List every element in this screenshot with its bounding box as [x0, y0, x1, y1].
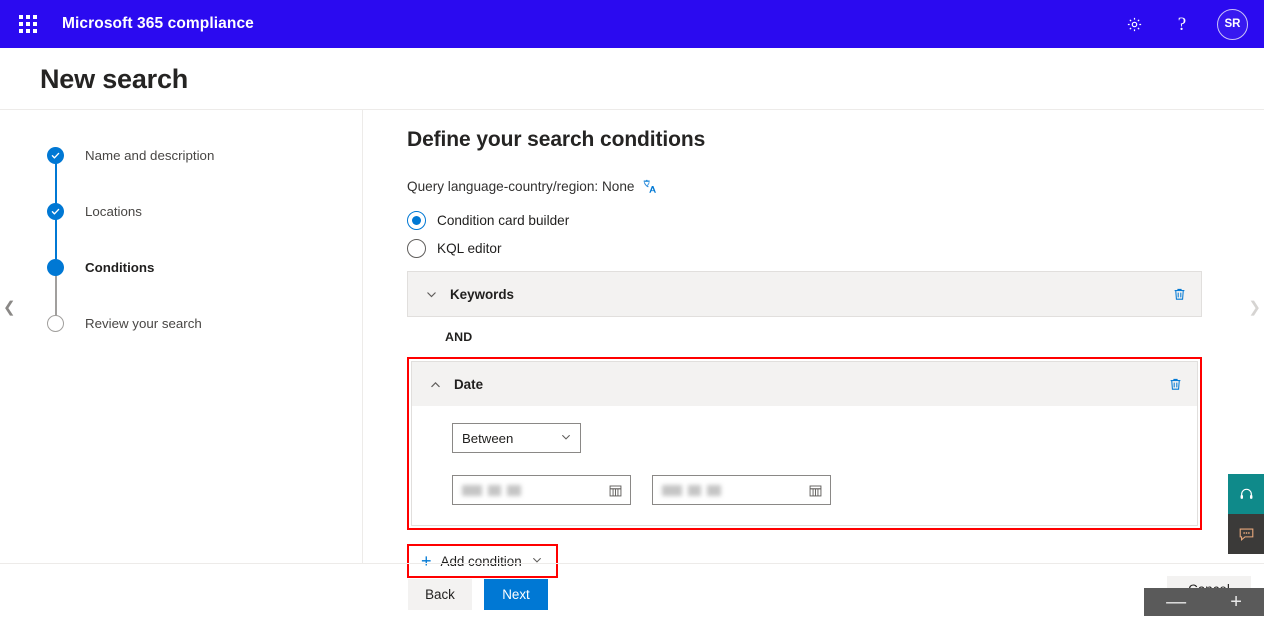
gear-icon[interactable] — [1121, 11, 1147, 37]
sidebar-item-label: Conditions — [85, 259, 155, 275]
sidebar-item-label: Name and description — [85, 147, 215, 163]
sidebar-item-label: Locations — [85, 203, 142, 219]
condition-card-header[interactable]: Keywords — [408, 272, 1201, 316]
sidebar-item-review-your-search[interactable]: Review your search — [47, 312, 362, 334]
avatar[interactable]: SR — [1217, 8, 1248, 40]
app-launcher-waffle-icon[interactable] — [8, 4, 48, 44]
radio-selected-icon — [407, 211, 426, 230]
chevron-down-icon — [560, 431, 572, 446]
zoom-out-button[interactable]: — — [1166, 592, 1186, 612]
main-panel: Define your search conditions Query lang… — [363, 110, 1264, 578]
radio-unselected-icon — [407, 239, 426, 258]
date-range-inputs — [452, 475, 1197, 505]
date-operator-select[interactable]: Between — [452, 423, 581, 453]
waffle-grid — [19, 15, 37, 33]
section-heading: Define your search conditions — [407, 128, 706, 151]
chat-bubble-icon[interactable] — [1228, 514, 1264, 554]
condition-card-header[interactable]: Date — [412, 362, 1197, 406]
suite-title: Microsoft 365 compliance — [62, 15, 254, 32]
date-condition-highlight: Date Between — [407, 357, 1202, 530]
step-current-icon — [47, 258, 64, 276]
page-title: New search — [40, 64, 189, 94]
suite-actions: ? SR — [1121, 8, 1252, 40]
query-language-row: Query language-country/region: None — [407, 178, 1264, 195]
condition-card-keywords: Keywords — [407, 271, 1202, 317]
date-end-input[interactable] — [652, 475, 831, 505]
condition-card-body: Between — [412, 406, 1197, 525]
calendar-icon[interactable] — [608, 483, 623, 498]
back-button[interactable]: Back — [408, 579, 472, 610]
wizard-rail: Name and description Locations Condition… — [0, 110, 363, 563]
date-start-input[interactable] — [452, 475, 631, 505]
condition-card-title: Date — [454, 376, 484, 392]
query-language-label: Query language-country/region: None — [407, 179, 635, 194]
content-area: ❮ ❯ Name and description Locations Condi… — [0, 109, 1264, 578]
sidebar-item-locations[interactable]: Locations — [47, 200, 362, 222]
redacted-date-value — [462, 484, 580, 496]
sidebar-item-label: Review your search — [85, 315, 202, 331]
sidebar-item-name-and-description[interactable]: Name and description — [47, 144, 362, 166]
chevron-down-icon[interactable] — [425, 288, 438, 301]
chevron-up-icon[interactable] — [429, 378, 442, 391]
step-pending-icon — [47, 314, 64, 332]
trash-icon[interactable] — [1168, 377, 1183, 392]
trash-icon[interactable] — [1172, 287, 1187, 302]
suite-header-bar: Microsoft 365 compliance ? SR — [0, 0, 1264, 48]
condition-card-title: Keywords — [450, 286, 514, 302]
radio-kql-editor[interactable]: KQL editor — [407, 239, 1264, 258]
help-glyph: ? — [1177, 13, 1187, 35]
next-button[interactable]: Next — [484, 579, 548, 610]
step-complete-icon — [47, 202, 64, 220]
date-operator-value: Between — [462, 430, 514, 446]
translate-icon[interactable] — [642, 178, 659, 195]
condition-cards: Keywords AND Date Between + Add conditio… — [407, 271, 1202, 578]
zoom-in-button[interactable]: + — [1230, 592, 1242, 612]
condition-operator-and: AND — [445, 330, 473, 344]
sidebar-item-conditions[interactable]: Conditions — [47, 256, 362, 278]
question-mark-icon[interactable]: ? — [1169, 11, 1195, 37]
redacted-date-value — [662, 484, 780, 496]
zoom-control-bar: — + — [1144, 588, 1264, 616]
step-complete-icon — [47, 146, 64, 164]
condition-card-date: Date Between — [411, 361, 1198, 526]
radio-label: KQL editor — [437, 241, 502, 256]
calendar-icon[interactable] — [808, 483, 823, 498]
radio-condition-card-builder[interactable]: Condition card builder — [407, 211, 1264, 230]
headset-icon[interactable] — [1228, 474, 1264, 514]
floating-side-widgets — [1228, 474, 1264, 554]
wizard-steps: Name and description Locations Condition… — [47, 144, 362, 334]
radio-label: Condition card builder — [437, 213, 570, 228]
